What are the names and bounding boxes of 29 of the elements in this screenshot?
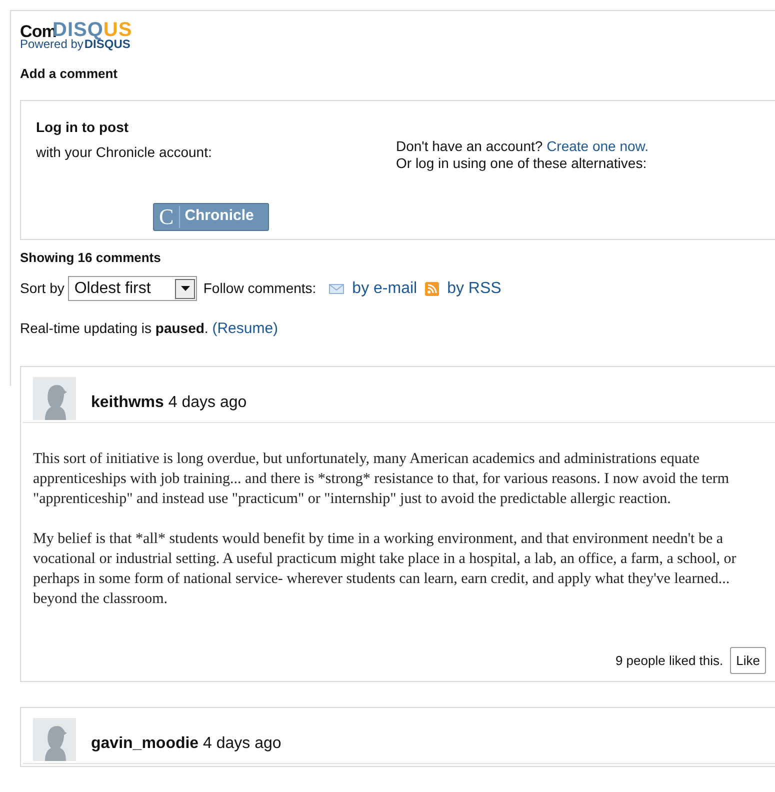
dropdown-arrow-icon	[180, 286, 190, 291]
login-title: Log in to post	[36, 118, 130, 137]
sort-select[interactable]: Oldest first	[68, 276, 198, 301]
resume-link[interactable]: (Resume)	[212, 320, 278, 337]
comment-author[interactable]: keithwms	[91, 394, 164, 411]
email-follow-link[interactable]: by e-mail	[352, 276, 418, 300]
sort-label: Sort by	[20, 279, 64, 298]
powered-by-label: Powered by	[20, 38, 84, 50]
disqus-small-logo: DISQUS	[84, 38, 130, 50]
comment-paragraph: This sort of initiative is long overdue, but unfortunately, many American academics and administrations equate apprenticeships with job training... and there is *strong* resistance to that, for various reasons. I now avoid the term "apprenticeship" and instead use "practicum" or "internship" just to avoid the predictable allergic reaction.	[33, 450, 730, 509]
rss-follow-link[interactable]: by RSS	[447, 276, 502, 300]
mail-icon	[329, 284, 344, 294]
follow-label: Follow comments:	[203, 279, 316, 298]
login-subtitle: with your Chronicle account:	[36, 142, 213, 162]
rss-icon	[425, 282, 440, 296]
no-account-text: Don't have an account?	[396, 138, 544, 154]
comment-author[interactable]: gavin_moodie	[91, 735, 199, 752]
alternatives-text: Or log in using one of these alternatives:	[396, 154, 648, 172]
comment-count: Showing 16 comments	[20, 248, 162, 267]
like-button[interactable]: Like	[730, 647, 766, 674]
realtime-status-text: Real-time updating is paused.	[20, 320, 208, 336]
comment-paragraph: My belief is that *all* students would benefit by time in a working environment, and that environment needn't be a vocational or industrial setting. A useful practicum might take place in a hospital, a lab, an office, a farm, a school, or perhaps in some form of national service- wherever students can learn, earn credit, and apply what they've learned... beyond the classroom.	[33, 530, 738, 609]
likes-count: 9 people liked this.	[615, 652, 724, 670]
comment-time: 4 days ago	[168, 394, 247, 411]
avatar-silhouette-icon	[33, 377, 76, 420]
add-comment-heading: Add a comment	[20, 65, 119, 83]
create-account-link[interactable]: Create one now.	[546, 138, 649, 154]
avatar-silhouette-icon	[33, 718, 76, 761]
comment-time: 4 days ago	[203, 735, 282, 752]
